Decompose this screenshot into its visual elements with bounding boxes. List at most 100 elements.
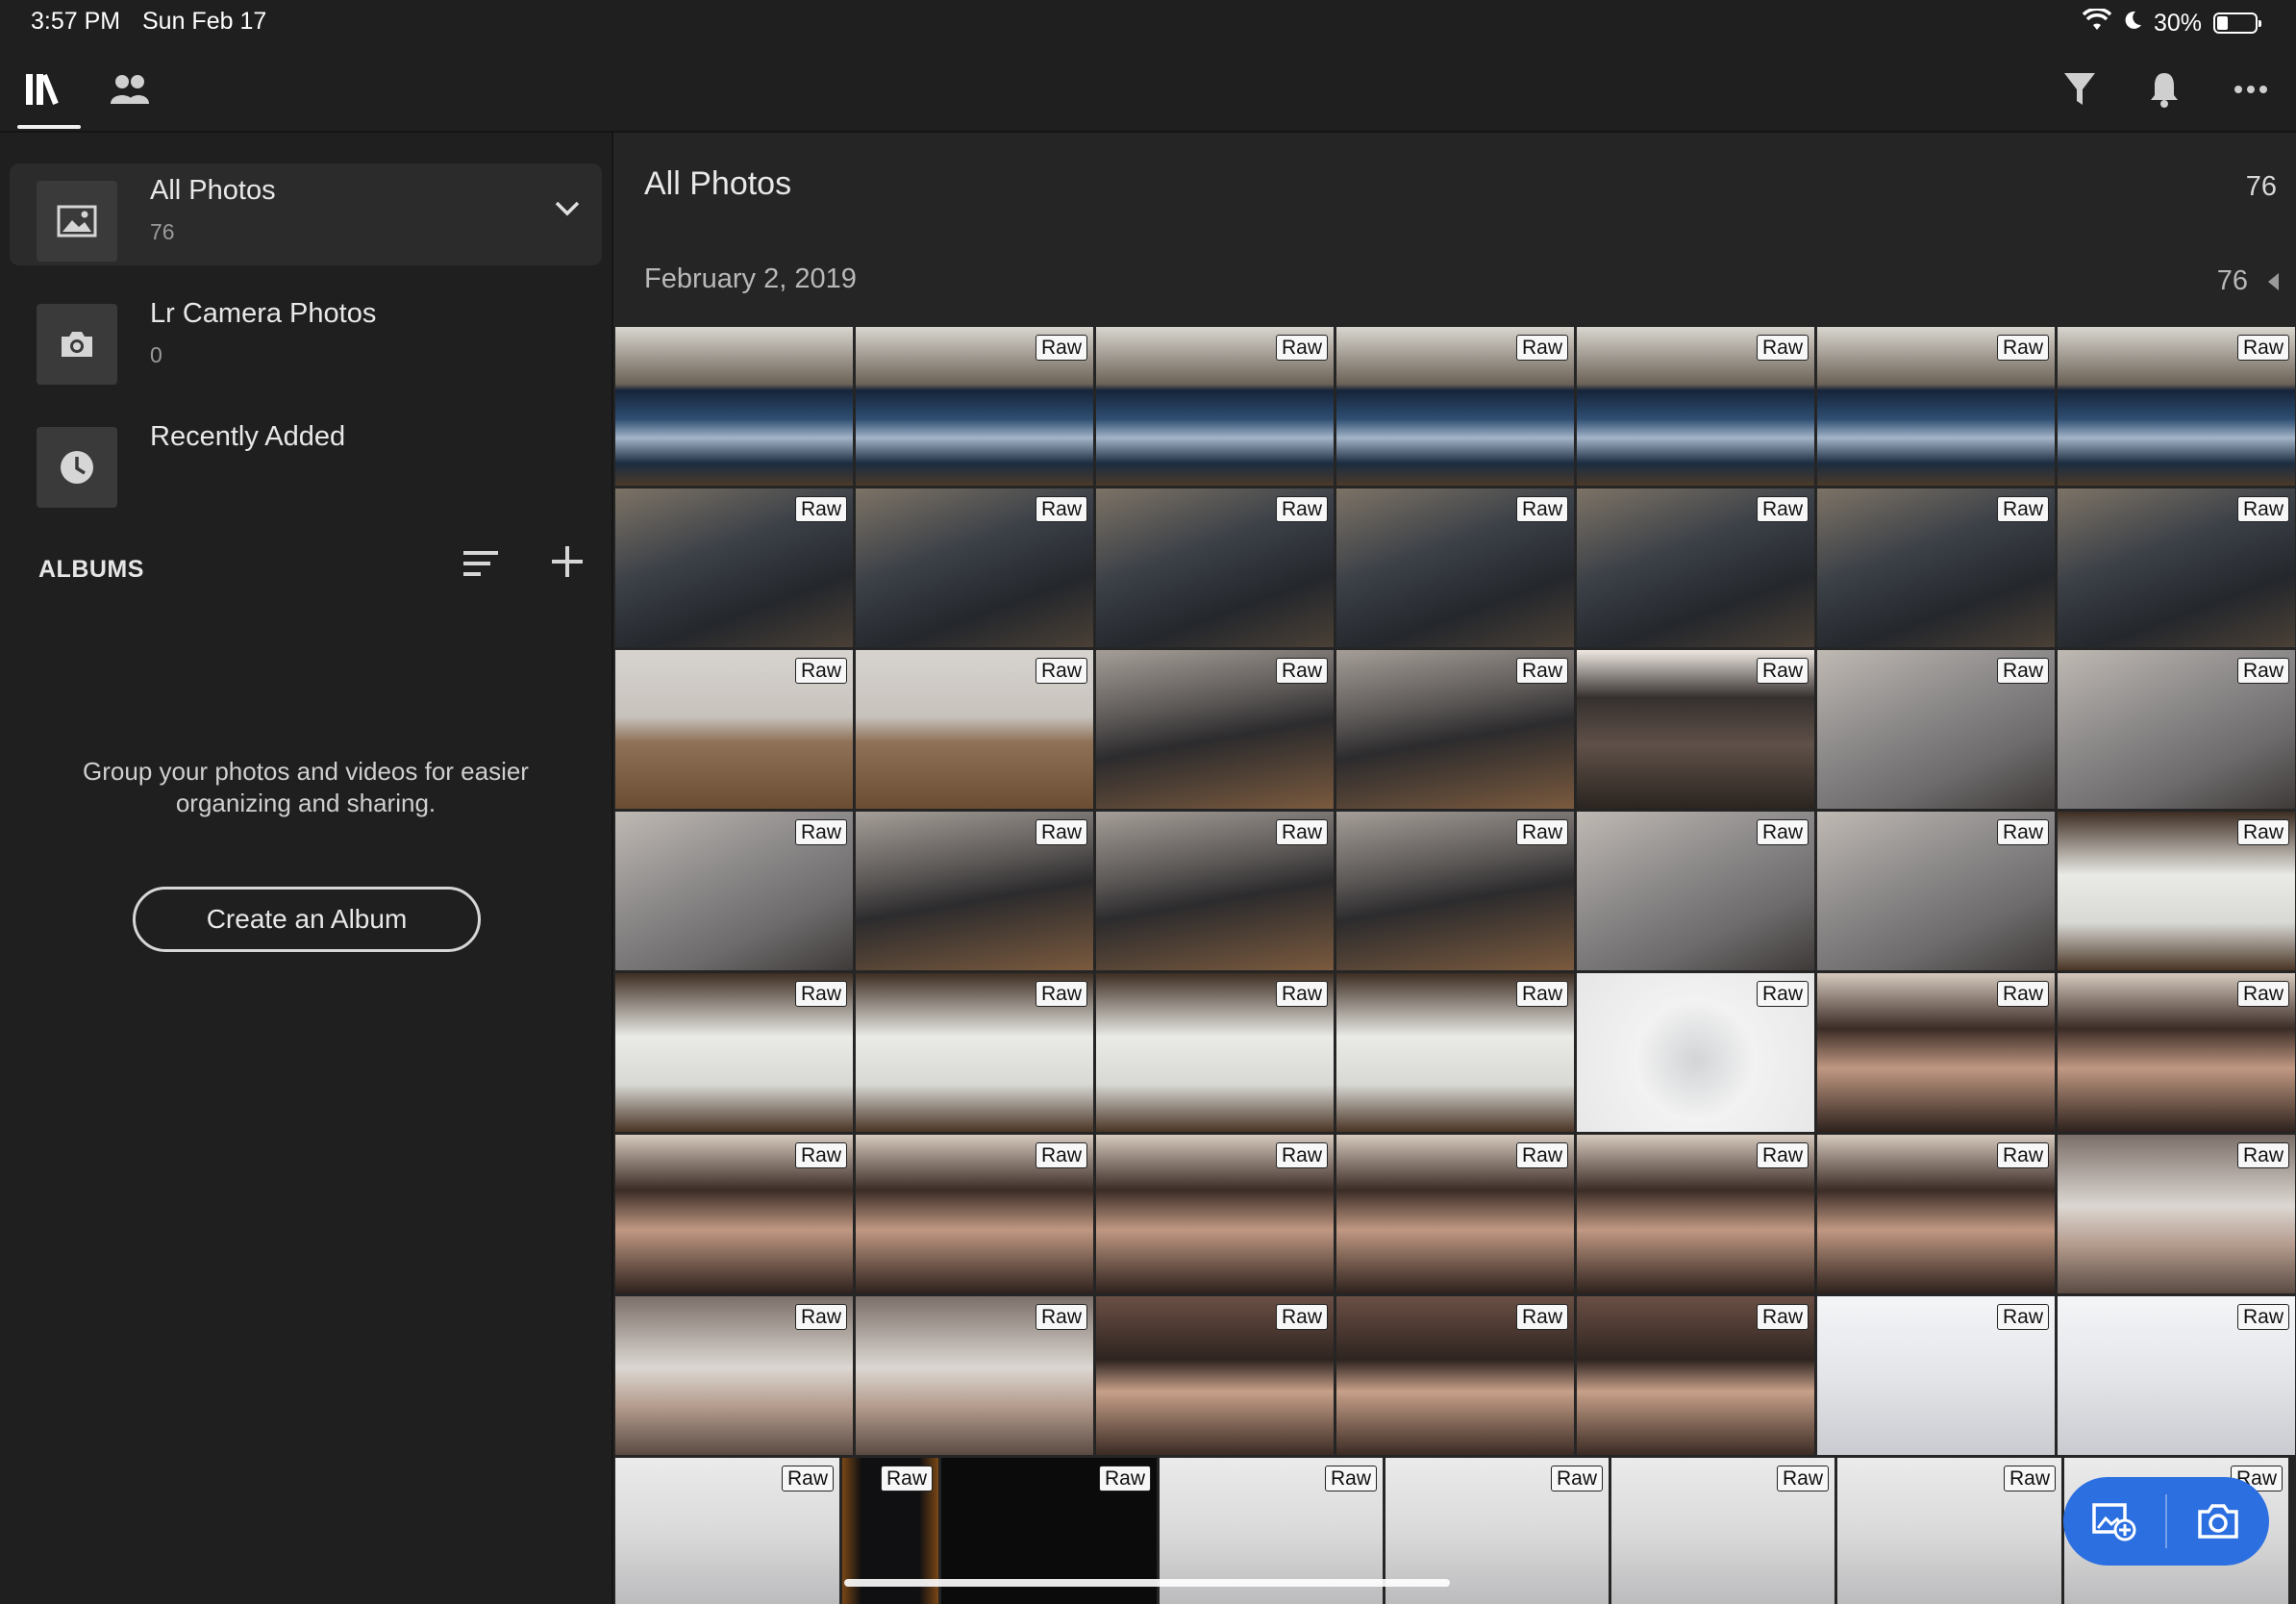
photo-thumbnail[interactable]: Raw [2058,973,2295,1132]
photo-thumbnail[interactable]: Raw [856,327,1093,486]
photo-thumbnail[interactable]: Raw [1817,650,2055,809]
source-title: Recently Added [150,421,346,452]
photo-thumbnail[interactable] [615,327,853,486]
photo-thumbnail[interactable]: Raw [1817,1296,2055,1455]
photo-thumbnail[interactable]: Raw [615,1296,853,1455]
photo-thumbnail[interactable]: Raw [1096,327,1334,486]
raw-badge: Raw [1275,658,1328,684]
photo-thumbnail[interactable]: Raw [1336,973,1574,1132]
photo-thumbnail[interactable]: Raw [1817,327,2055,486]
source-lr-camera-photos[interactable]: Lr Camera Photos 0 [10,287,602,388]
photo-thumbnail[interactable]: Raw [1096,1296,1334,1455]
photo-thumbnail[interactable]: Raw [856,1135,1093,1293]
photo-thumbnail[interactable]: Raw [615,812,853,970]
photo-thumbnail[interactable]: Raw [2058,1135,2295,1293]
raw-badge: Raw [794,1304,847,1330]
photo-thumbnail[interactable]: Raw [2058,812,2295,970]
photo-thumbnail[interactable]: Raw [1817,973,2055,1132]
photo-thumbnail[interactable]: Raw [1817,1135,2055,1293]
battery-icon [2213,13,2261,34]
photo-thumbnail[interactable]: Raw [1577,1135,1814,1293]
photo-thumbnail[interactable]: Raw [615,650,853,809]
photo-thumbnail[interactable]: Raw [1336,650,1574,809]
photo-thumbnail[interactable]: Raw [1577,489,1814,647]
photo-thumbnail[interactable]: Raw [1336,1135,1574,1293]
collapse-caret-icon[interactable] [2268,273,2279,290]
library-icon[interactable] [21,67,65,112]
photo-thumbnail[interactable]: Raw [1096,812,1334,970]
wifi-icon [2082,7,2112,38]
photo-thumbnail[interactable]: Raw [1817,489,2055,647]
scroll-indicator[interactable] [844,1579,1450,1587]
raw-badge: Raw [2236,1304,2289,1330]
camera-icon [37,304,117,385]
source-all-photos[interactable]: All Photos 76 [10,163,602,265]
raw-badge: Raw [1275,1142,1328,1168]
raw-badge: Raw [781,1466,834,1491]
albums-heading: ALBUMS [38,556,144,583]
photo-thumbnail[interactable]: Raw [2058,650,2295,809]
date-group-count: 76 [2216,265,2248,296]
photo-thumbnail[interactable]: Raw [615,1458,839,1604]
clock-icon [37,427,117,508]
raw-badge: Raw [1756,658,1809,684]
photo-thumbnail[interactable]: Raw [2058,327,2295,486]
raw-badge: Raw [1996,335,2049,361]
raw-badge: Raw [1324,1466,1377,1491]
battery-percent: 30% [2153,9,2202,37]
raw-badge: Raw [1756,1304,1809,1330]
photo-thumbnail[interactable]: Raw [1577,1296,1814,1455]
photo-thumbnail[interactable]: Raw [1336,1296,1574,1455]
raw-badge: Raw [794,658,847,684]
create-album-button[interactable]: Create an Album [133,887,481,952]
photo-thumbnail[interactable]: Raw [856,650,1093,809]
photo-thumbnail[interactable]: Raw [1817,812,2055,970]
sort-icon[interactable] [463,548,498,584]
active-tab-indicator [17,125,81,129]
raw-badge: Raw [1756,335,1809,361]
photo-thumbnail[interactable]: Raw [1577,973,1814,1132]
photo-thumbnail[interactable]: Raw [1096,489,1334,647]
raw-badge: Raw [1515,658,1568,684]
photo-thumbnail[interactable]: Raw [1096,973,1334,1132]
raw-badge: Raw [2236,335,2289,361]
raw-badge: Raw [1275,819,1328,845]
source-recently-added[interactable]: Recently Added [10,410,602,512]
add-album-icon[interactable] [550,544,585,584]
raw-badge: Raw [1756,981,1809,1007]
photo-thumbnail[interactable]: Raw [2058,489,2295,647]
source-title: All Photos [150,175,276,206]
photo-thumbnail[interactable]: Raw [856,1296,1093,1455]
filter-icon[interactable] [2058,67,2102,112]
photo-thumbnail[interactable]: Raw [856,489,1093,647]
photo-thumbnail[interactable]: Raw [615,973,853,1132]
photo-thumbnail[interactable]: Raw [615,489,853,647]
photo-thumbnail[interactable]: Raw [1611,1458,1834,1604]
photo-thumbnail[interactable]: Raw [1577,812,1814,970]
photo-thumbnail[interactable]: Raw [1096,1135,1334,1293]
raw-badge: Raw [1996,1142,2049,1168]
photo-grid-panel: All Photos 76 February 2, 2019 76 Raw Raw… [613,133,2296,1604]
photo-thumbnail[interactable]: Raw [1837,1458,2061,1604]
raw-badge: Raw [1035,335,1087,361]
photo-thumbnail[interactable]: Raw [1096,650,1334,809]
add-photo-icon[interactable] [2063,1477,2165,1566]
people-icon[interactable] [106,67,154,112]
photo-thumbnail[interactable]: Raw [856,973,1093,1132]
photo-thumbnail[interactable]: Raw [856,812,1093,970]
raw-badge: Raw [2236,496,2289,522]
photo-thumbnail[interactable]: Raw [1577,650,1814,809]
raw-badge: Raw [1515,1304,1568,1330]
photo-thumbnail[interactable]: Raw [1336,489,1574,647]
photo-thumbnail[interactable]: Raw [615,1135,853,1293]
status-date: Sun Feb 17 [142,8,267,35]
photo-thumbnail[interactable]: Raw [1336,327,1574,486]
chevron-down-icon[interactable] [554,200,581,222]
more-icon[interactable] [2229,67,2273,112]
photo-thumbnail[interactable]: Raw [1577,327,1814,486]
bell-icon[interactable] [2142,67,2186,112]
source-count: 0 [150,342,162,367]
camera-icon[interactable] [2167,1477,2269,1566]
photo-thumbnail[interactable]: Raw [1336,812,1574,970]
photo-thumbnail[interactable]: Raw [2058,1296,2295,1455]
